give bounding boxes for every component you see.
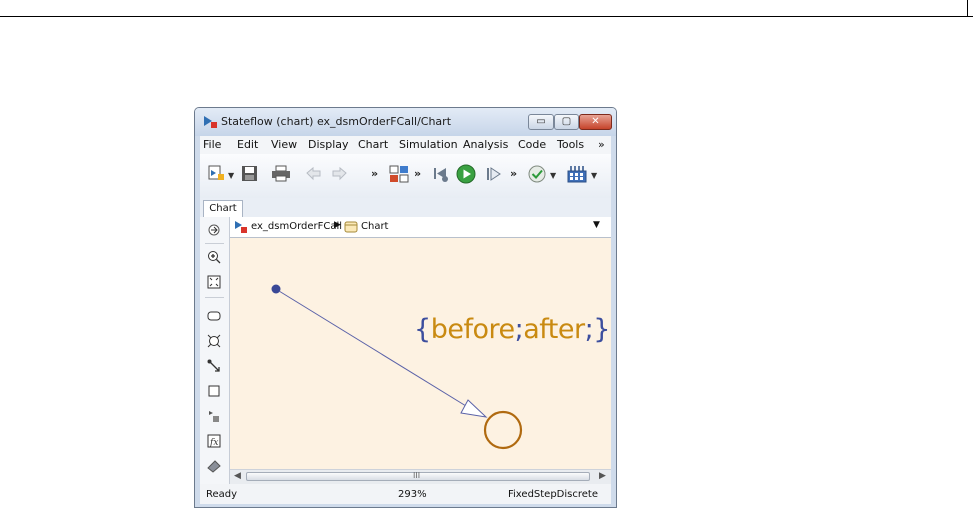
palette-separator	[205, 297, 224, 298]
menu-display[interactable]: Display	[308, 138, 349, 151]
menu-tools[interactable]: Tools	[557, 138, 584, 151]
model-icon	[235, 221, 247, 233]
zoom-in-icon[interactable]	[207, 250, 221, 264]
object-palette: fx	[200, 217, 230, 487]
transition-arrowhead	[460, 399, 488, 418]
scroll-grip: III	[413, 471, 421, 480]
close-button[interactable]: ✕	[579, 114, 612, 130]
run-icon[interactable]	[456, 164, 476, 184]
tab-chart[interactable]: Chart	[203, 200, 243, 217]
check-dropdown-icon[interactable]: ▼	[550, 171, 556, 180]
status-solver: FixedStepDiscrete	[508, 489, 598, 500]
library-dropdown-icon[interactable]: ▼	[591, 171, 597, 180]
svg-text:fx: fx	[209, 438, 218, 448]
hide-show-explorer-icon[interactable]	[207, 223, 221, 237]
menu-view[interactable]: View	[271, 138, 297, 151]
horizontal-scrollbar[interactable]: ◀ III ▶	[230, 469, 611, 484]
save-icon[interactable]	[241, 165, 258, 182]
connective-junction[interactable]	[483, 410, 523, 450]
transition-action-label[interactable]: {before;after;}	[414, 314, 610, 345]
maximize-button[interactable]: ▢	[554, 114, 579, 130]
open-brace: {	[414, 314, 431, 345]
close-brace: }	[593, 314, 610, 345]
state-tool-icon[interactable]	[207, 309, 221, 323]
status-zoom: 293%	[398, 489, 427, 500]
step-back-icon[interactable]	[432, 165, 450, 183]
check-model-icon[interactable]	[528, 165, 546, 183]
action-separator: ;	[584, 314, 594, 345]
menu-bar: File Edit View Display Chart Simulation …	[200, 136, 611, 154]
annotation-tool-icon[interactable]	[207, 459, 221, 473]
menu-file[interactable]: File	[203, 138, 221, 151]
breadcrumb-separator-icon: ▶	[334, 220, 341, 230]
scroll-right-icon[interactable]: ▶	[599, 471, 606, 481]
page-header-tick	[967, 0, 968, 16]
step-forward-icon[interactable]	[485, 165, 503, 183]
forward-icon[interactable]	[331, 165, 348, 182]
connective-junction-tool-icon[interactable]	[207, 384, 221, 398]
tab-strip: Chart	[200, 198, 611, 217]
breadcrumb-chart[interactable]: Chart	[361, 221, 388, 232]
title-bar[interactable]: Stateflow (chart) ex_dsmOrderFCall/Chart…	[195, 108, 616, 136]
function-tool-icon[interactable]: fx	[207, 434, 221, 448]
minimize-button[interactable]: ▭	[528, 114, 554, 130]
breadcrumb-dropdown-icon[interactable]: ▼	[593, 220, 600, 230]
menu-edit[interactable]: Edit	[237, 138, 258, 151]
chart-icon	[344, 221, 358, 233]
stateflow-window: Stateflow (chart) ex_dsmOrderFCall/Chart…	[194, 107, 617, 508]
menu-simulation[interactable]: Simulation	[399, 138, 458, 151]
history-junction-tool-icon[interactable]	[207, 409, 221, 423]
page-header-rule	[0, 16, 973, 17]
default-transition-line[interactable]	[278, 290, 480, 415]
action-separator: ;	[514, 314, 524, 345]
palette-separator	[205, 243, 224, 244]
toolbar-overflow-1[interactable]: »	[371, 167, 378, 180]
status-ready: Ready	[206, 489, 238, 500]
default-transition-dot[interactable]	[271, 284, 281, 294]
stateflow-app-icon	[204, 116, 217, 128]
menu-chart[interactable]: Chart	[358, 138, 388, 151]
model-explorer-icon[interactable]	[389, 165, 409, 183]
simulink-library-icon[interactable]	[567, 165, 587, 183]
new-model-icon[interactable]	[208, 165, 225, 182]
fit-to-view-icon[interactable]	[207, 275, 221, 289]
menu-analysis[interactable]: Analysis	[463, 138, 508, 151]
toolbar-overflow-2[interactable]: »	[414, 167, 421, 180]
box-tool-icon[interactable]	[207, 334, 221, 348]
scroll-left-icon[interactable]: ◀	[234, 471, 241, 481]
new-model-dropdown-icon[interactable]: ▼	[228, 171, 234, 180]
menu-code[interactable]: Code	[518, 138, 546, 151]
back-icon[interactable]	[305, 165, 322, 182]
action-before: before	[430, 314, 515, 345]
default-transition-tool-icon[interactable]	[207, 359, 221, 373]
chart-diagram	[271, 284, 523, 450]
print-icon[interactable]	[271, 165, 291, 182]
breadcrumb-model[interactable]: ex_dsmOrderFCall	[251, 221, 342, 232]
toolbar-overflow-3[interactable]: »	[510, 167, 517, 180]
action-after: after	[523, 314, 585, 345]
breadcrumb: ex_dsmOrderFCall ▶ Chart ▼	[230, 217, 611, 238]
scroll-thumb[interactable]: III	[246, 471, 590, 481]
window-title: Stateflow (chart) ex_dsmOrderFCall/Chart	[221, 115, 452, 128]
status-bar: Ready 293% FixedStepDiscrete	[200, 484, 611, 504]
menu-overflow[interactable]: »	[598, 138, 605, 151]
chart-canvas[interactable]: {before;after;}	[230, 238, 611, 469]
toolbar: ▼ » » » ▼ ▼	[200, 154, 611, 199]
